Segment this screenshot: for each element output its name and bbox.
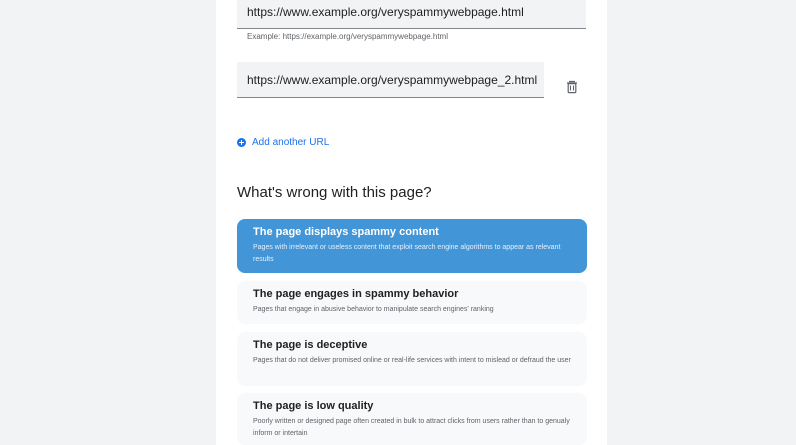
add-circle-icon: [237, 137, 246, 147]
option-deceptive[interactable]: The page is deceptive Pages that do not …: [237, 332, 587, 386]
url-input-1[interactable]: https://www.example.org/veryspammywebpag…: [237, 0, 586, 29]
option-description: Pages that engage in abusive behavior to…: [253, 306, 494, 313]
option-title: The page is deceptive: [253, 339, 368, 351]
url-input-2-value: https://www.example.org/veryspammywebpag…: [247, 73, 538, 87]
add-another-url-label: Add another URL: [252, 136, 330, 148]
trash-icon: [567, 80, 577, 94]
delete-url-button[interactable]: [564, 79, 580, 95]
question-heading: What's wrong with this page?: [237, 184, 432, 201]
url-input-1-value: https://www.example.org/veryspammywebpag…: [247, 5, 524, 19]
option-spammy-behavior[interactable]: The page engages in spammy behavior Page…: [237, 281, 587, 324]
option-title: The page is low quality: [253, 400, 374, 412]
option-description: Pages that do not deliver promised onlin…: [253, 357, 571, 364]
url-input-2[interactable]: https://www.example.org/veryspammywebpag…: [237, 62, 544, 98]
url-helper-text: Example: https://example.org/veryspammyw…: [247, 32, 448, 41]
option-low-quality[interactable]: The page is low quality Poorly written o…: [237, 393, 587, 445]
option-spammy-content[interactable]: The page displays spammy content Pages w…: [237, 219, 587, 273]
option-title: The page engages in spammy behavior: [253, 288, 459, 300]
option-description: Poorly written or designed page often cr…: [253, 418, 570, 437]
add-another-url-link[interactable]: Add another URL: [237, 136, 329, 148]
option-description: Pages with irrelevant or useless content…: [253, 244, 561, 263]
option-title: The page displays spammy content: [253, 226, 439, 238]
